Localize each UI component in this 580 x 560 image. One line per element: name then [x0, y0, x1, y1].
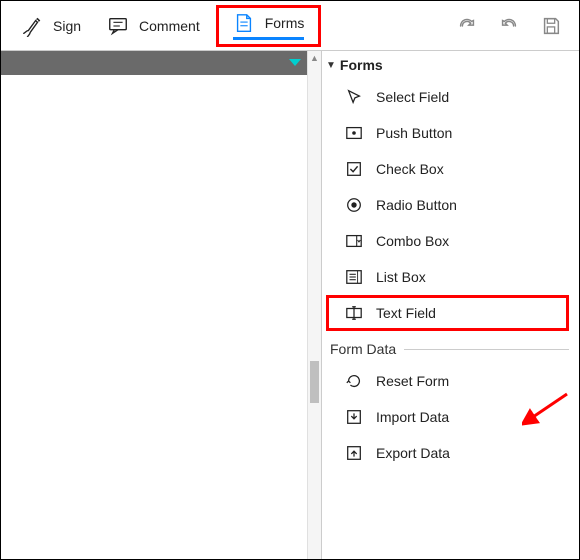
reset-icon [344, 371, 364, 391]
text-field-tool[interactable]: Text Field [326, 295, 569, 331]
document-area [1, 51, 307, 559]
push-button-icon [344, 123, 364, 143]
redo-icon [456, 15, 478, 37]
cursor-icon [344, 87, 364, 107]
import-icon [344, 407, 364, 427]
list-box-icon [344, 267, 364, 287]
vertical-scrollbar[interactable]: ▲ [307, 51, 321, 559]
combo-box-tool[interactable]: Combo Box [326, 223, 569, 259]
pen-icon [21, 15, 43, 37]
undo-icon [498, 15, 520, 37]
form-data-section-header: Form Data [330, 341, 569, 357]
radio-button-tool[interactable]: Radio Button [326, 187, 569, 223]
panel-header: ▼ Forms [326, 57, 569, 73]
form-data-label: Form Data [330, 341, 396, 357]
form-tools-list: Select Field Push Button Check Box Radio… [326, 79, 569, 331]
forms-panel: ▼ Forms Select Field Push Button Check B… [321, 51, 579, 559]
form-document-icon [233, 12, 255, 34]
export-data-item[interactable]: Export Data [326, 435, 569, 471]
combo-box-icon [344, 231, 364, 251]
save-icon [540, 15, 562, 37]
toolbar: Sign Comment Forms [1, 1, 579, 51]
item-label: Combo Box [376, 233, 449, 249]
check-box-tool[interactable]: Check Box [326, 151, 569, 187]
item-label: Import Data [376, 409, 449, 425]
comment-label: Comment [139, 18, 200, 34]
item-label: Check Box [376, 161, 444, 177]
list-box-tool[interactable]: List Box [326, 259, 569, 295]
sign-button[interactable]: Sign [11, 9, 91, 43]
item-label: Text Field [376, 305, 436, 321]
push-button-tool[interactable]: Push Button [326, 115, 569, 151]
item-label: Reset Form [376, 373, 449, 389]
divider [404, 349, 569, 350]
document-dropdown-toggle[interactable] [289, 59, 301, 66]
forms-tab[interactable]: Forms [216, 5, 322, 47]
radio-icon [344, 195, 364, 215]
comment-button[interactable]: Comment [97, 9, 210, 43]
reset-form-item[interactable]: Reset Form [326, 363, 569, 399]
forms-label: Forms [265, 15, 305, 31]
document-tab-bar [1, 51, 307, 75]
item-label: Push Button [376, 125, 452, 141]
item-label: Radio Button [376, 197, 457, 213]
text-field-icon [344, 303, 364, 323]
scroll-up-button[interactable]: ▲ [308, 51, 321, 65]
save-button[interactable] [533, 8, 569, 44]
collapse-toggle[interactable]: ▼ [326, 60, 336, 71]
export-icon [344, 443, 364, 463]
checkbox-icon [344, 159, 364, 179]
redo-button[interactable] [449, 8, 485, 44]
item-label: Select Field [376, 89, 449, 105]
sign-label: Sign [53, 18, 81, 34]
active-tab-indicator [233, 37, 305, 40]
undo-button[interactable] [491, 8, 527, 44]
item-label: List Box [376, 269, 426, 285]
form-data-list: Reset Form Import Data Export Data [326, 363, 569, 471]
item-label: Export Data [376, 445, 450, 461]
select-field-tool[interactable]: Select Field [326, 79, 569, 115]
scroll-thumb[interactable] [310, 361, 319, 403]
main-area: ▲ ▼ Forms Select Field Push Button Check… [1, 51, 579, 559]
comment-icon [107, 15, 129, 37]
panel-title: Forms [340, 57, 383, 73]
import-data-item[interactable]: Import Data [326, 399, 569, 435]
